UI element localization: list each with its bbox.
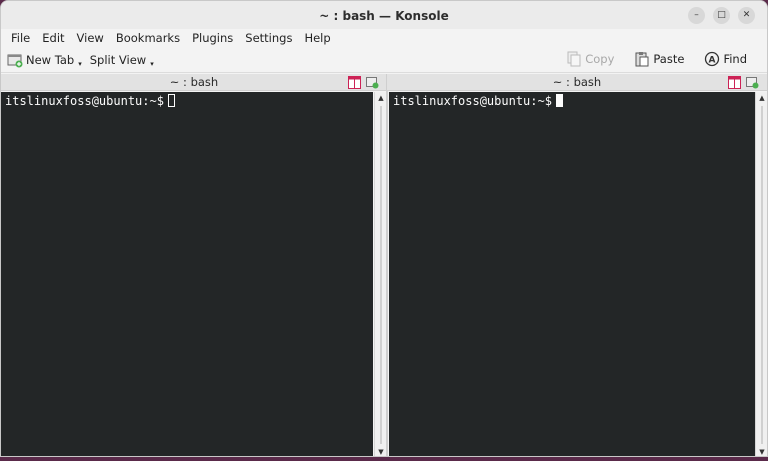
menu-plugins[interactable]: Plugins bbox=[192, 31, 233, 45]
new-tab-button[interactable]: New Tab ▾ bbox=[7, 52, 82, 68]
split-view-dropdown-icon[interactable]: ▾ bbox=[150, 60, 154, 68]
window-title: ~ : bash — Konsole bbox=[319, 9, 449, 23]
menu-bar: File Edit View Bookmarks Plugins Setting… bbox=[1, 29, 767, 47]
split-view-button[interactable]: Split View ▾ bbox=[89, 53, 154, 68]
paste-button[interactable]: Paste bbox=[634, 51, 684, 67]
title-bar[interactable]: ~ : bash — Konsole – □ ✕ bbox=[1, 1, 767, 31]
minimize-button[interactable]: – bbox=[688, 7, 705, 24]
menu-file[interactable]: File bbox=[11, 31, 30, 45]
window-controls: – □ ✕ bbox=[688, 7, 755, 24]
scrollbar-left[interactable]: ▲ ▼ bbox=[374, 92, 386, 456]
find-button[interactable]: A Find bbox=[704, 51, 747, 67]
split-view-label: Split View bbox=[89, 53, 147, 67]
terminal-pane-right: ~ : bash itslinuxfoss@ubuntu:~$ ▲ ▼ bbox=[387, 74, 767, 456]
scroll-track[interactable] bbox=[761, 106, 763, 444]
scroll-down-icon[interactable]: ▼ bbox=[756, 446, 767, 456]
copy-label: Copy bbox=[585, 52, 615, 66]
pane-header-icons-left bbox=[348, 76, 379, 89]
new-session-icon[interactable] bbox=[366, 76, 379, 89]
pane-header-icons-right bbox=[728, 76, 759, 89]
scroll-up-icon[interactable]: ▲ bbox=[756, 92, 767, 104]
cursor-inactive bbox=[167, 94, 175, 107]
terminal-output-left[interactable]: itslinuxfoss@ubuntu:~$ bbox=[1, 92, 373, 456]
konsole-window: ~ : bash — Konsole – □ ✕ File Edit View … bbox=[0, 0, 768, 457]
pane-title-right: ~ : bash bbox=[552, 75, 602, 89]
scroll-track[interactable] bbox=[380, 106, 382, 444]
menu-edit[interactable]: Edit bbox=[42, 31, 64, 45]
toolbar-right-group: Copy Paste A Find bbox=[566, 51, 755, 67]
new-tab-icon bbox=[7, 54, 23, 68]
pane-header-right: ~ : bash bbox=[387, 74, 767, 91]
scrollbar-right[interactable]: ▲ ▼ bbox=[755, 92, 767, 456]
copy-button[interactable]: Copy bbox=[566, 51, 614, 67]
pane-title-left: ~ : bash bbox=[169, 75, 219, 89]
find-icon: A bbox=[705, 51, 720, 67]
prompt-right: itslinuxfoss@ubuntu:~$ bbox=[393, 94, 552, 108]
new-tab-dropdown-icon[interactable]: ▾ bbox=[78, 60, 82, 68]
pane-header-left: ~ : bash bbox=[1, 74, 387, 91]
cursor-active bbox=[555, 94, 563, 107]
terminal-pane-left: ~ : bash itslinuxfoss@ubuntu:~$ ▲ ▼ bbox=[1, 74, 387, 456]
toolbar: New Tab ▾ Split View ▾ Copy Paste A Find bbox=[1, 48, 767, 73]
paste-icon bbox=[635, 52, 649, 67]
terminal-output-right[interactable]: itslinuxfoss@ubuntu:~$ bbox=[389, 92, 755, 456]
new-tab-label: New Tab bbox=[26, 53, 75, 67]
paste-label: Paste bbox=[653, 52, 685, 66]
split-pane-icon[interactable] bbox=[348, 76, 361, 89]
maximize-button[interactable]: □ bbox=[713, 7, 730, 24]
menu-view[interactable]: View bbox=[77, 31, 104, 45]
new-session-icon[interactable] bbox=[746, 76, 759, 89]
find-label: Find bbox=[723, 52, 747, 66]
menu-bookmarks[interactable]: Bookmarks bbox=[116, 31, 180, 45]
copy-icon bbox=[567, 51, 581, 67]
prompt-left: itslinuxfoss@ubuntu:~$ bbox=[5, 94, 164, 108]
menu-settings[interactable]: Settings bbox=[245, 31, 292, 45]
menu-help[interactable]: Help bbox=[304, 31, 330, 45]
close-button[interactable]: ✕ bbox=[738, 7, 755, 24]
split-pane-icon[interactable] bbox=[728, 76, 741, 89]
svg-text:A: A bbox=[709, 56, 716, 66]
